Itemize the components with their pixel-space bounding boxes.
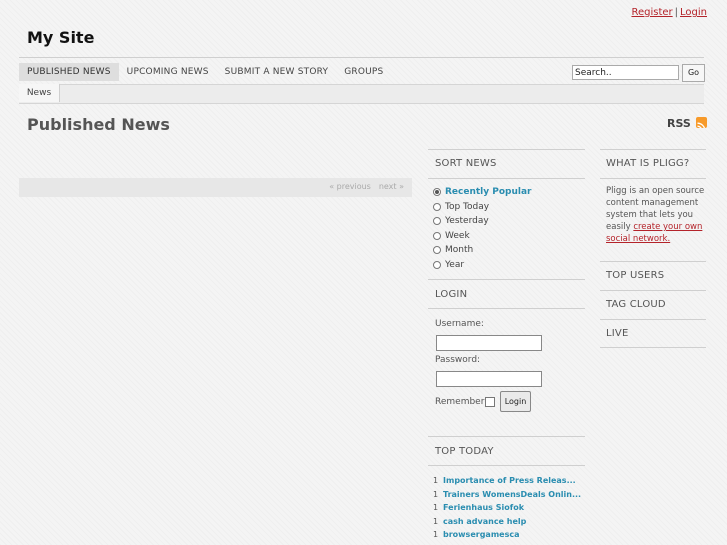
sort-option-label: Year bbox=[445, 259, 465, 270]
list-item: 1 cash advance help bbox=[433, 515, 581, 529]
next-page-link[interactable]: next » bbox=[379, 182, 404, 191]
login-heading: LOGIN bbox=[435, 289, 468, 300]
story-link[interactable]: Trainers WomensDeals Onlin... bbox=[443, 488, 581, 502]
password-input[interactable] bbox=[436, 371, 542, 387]
site-title[interactable]: My Site bbox=[27, 28, 94, 47]
story-link[interactable]: cash advance help bbox=[443, 515, 526, 529]
pager: « previous next » bbox=[321, 182, 404, 191]
login-top-divider bbox=[428, 279, 585, 280]
sort-option-week[interactable]: Week bbox=[433, 229, 532, 244]
radio-icon[interactable] bbox=[433, 246, 441, 255]
tag-cloud-heading[interactable]: TAG CLOUD bbox=[606, 299, 666, 310]
previous-page-link[interactable]: « previous bbox=[329, 182, 371, 191]
login-divider bbox=[428, 308, 585, 309]
top-users-heading[interactable]: TOP USERS bbox=[606, 270, 664, 281]
sort-option-yesterday[interactable]: Yesterday bbox=[433, 214, 532, 229]
page-title: Published News bbox=[27, 115, 170, 134]
tag-cloud-divider bbox=[600, 290, 706, 291]
live-bottom-divider bbox=[600, 347, 706, 348]
sort-news-options: Recently Popular Top Today Yesterday Wee… bbox=[433, 185, 532, 272]
sort-news-top-divider bbox=[428, 149, 585, 150]
header-divider bbox=[19, 57, 704, 58]
top-users-divider bbox=[600, 261, 706, 262]
list-item: 1 Trainers WomensDeals Onlin... bbox=[433, 488, 581, 502]
about-divider bbox=[600, 178, 706, 179]
radio-icon[interactable] bbox=[433, 260, 441, 269]
live-divider bbox=[600, 319, 706, 320]
radio-selected-icon[interactable] bbox=[433, 188, 441, 197]
sort-option-label: Week bbox=[445, 230, 470, 241]
sort-option-year[interactable]: Year bbox=[433, 258, 532, 273]
about-heading: WHAT IS PLIGG? bbox=[606, 158, 690, 169]
radio-icon[interactable] bbox=[433, 217, 441, 226]
register-link[interactable]: Register bbox=[631, 7, 672, 18]
about-text: Pligg is an open source content manageme… bbox=[606, 185, 706, 245]
nav-item-upcoming-news[interactable]: UPCOMING NEWS bbox=[119, 63, 217, 81]
top-today-top-divider bbox=[428, 436, 585, 437]
vote-count: 1 bbox=[433, 489, 439, 499]
story-link[interactable]: Ferienhaus Siofok bbox=[443, 501, 524, 515]
nav-item-groups[interactable]: GROUPS bbox=[336, 63, 391, 81]
about-top-divider bbox=[600, 149, 706, 150]
main-nav: PUBLISHED NEWS UPCOMING NEWS SUBMIT A NE… bbox=[19, 63, 391, 81]
login-button[interactable]: Login bbox=[500, 391, 531, 412]
remember-checkbox[interactable] bbox=[485, 397, 495, 407]
sort-option-recently-popular[interactable]: Recently Popular bbox=[433, 185, 532, 200]
radio-icon[interactable] bbox=[433, 202, 441, 211]
list-item: 1 Ferienhaus Siofok bbox=[433, 501, 581, 515]
password-label: Password: bbox=[435, 355, 481, 365]
username-input[interactable] bbox=[436, 335, 542, 351]
sort-option-label: Yesterday bbox=[445, 216, 489, 226]
nav-item-submit-story[interactable]: SUBMIT A NEW STORY bbox=[217, 63, 337, 81]
login-link[interactable]: Login bbox=[680, 7, 707, 18]
vote-count: 1 bbox=[433, 503, 439, 512]
username-label: Username: bbox=[435, 319, 484, 329]
story-link[interactable]: browsergamesca bbox=[443, 528, 519, 542]
sort-option-label: Top Today bbox=[445, 201, 490, 212]
radio-icon[interactable] bbox=[433, 231, 441, 240]
sort-option-month[interactable]: Month bbox=[433, 243, 532, 258]
vote-count: 1 bbox=[433, 530, 439, 539]
vote-count: 1 bbox=[433, 476, 439, 485]
top-today-heading: TOP TODAY bbox=[435, 446, 494, 457]
list-item: 1 browsergamesca bbox=[433, 528, 581, 542]
sub-nav-bar bbox=[19, 84, 704, 104]
search-input[interactable] bbox=[572, 65, 679, 80]
live-heading[interactable]: LIVE bbox=[606, 328, 628, 339]
sort-option-label: Month bbox=[445, 245, 474, 255]
sort-news-divider bbox=[428, 178, 585, 179]
tab-news[interactable]: News bbox=[19, 84, 60, 102]
link-separator: | bbox=[674, 7, 679, 18]
sort-option-label: Recently Popular bbox=[445, 187, 532, 197]
story-link[interactable]: Importance of Press Releas... bbox=[443, 474, 576, 488]
vote-count: 1 bbox=[433, 516, 439, 526]
list-item: 1 Importance of Press Releas... bbox=[433, 474, 581, 488]
sort-option-top-today[interactable]: Top Today bbox=[433, 200, 532, 215]
search-go-button[interactable]: Go bbox=[682, 64, 705, 82]
nav-item-published-news[interactable]: PUBLISHED NEWS bbox=[19, 63, 119, 81]
rss-icon[interactable] bbox=[696, 117, 707, 128]
account-links: Register | Login bbox=[631, 7, 707, 18]
rss-label[interactable]: RSS bbox=[667, 117, 691, 130]
remember-label: Remember: bbox=[435, 397, 488, 407]
top-today-divider bbox=[428, 465, 585, 466]
top-today-list: 1 Importance of Press Releas... 1 Trainers… bbox=[433, 474, 581, 542]
sort-news-heading: SORT NEWS bbox=[435, 158, 497, 169]
